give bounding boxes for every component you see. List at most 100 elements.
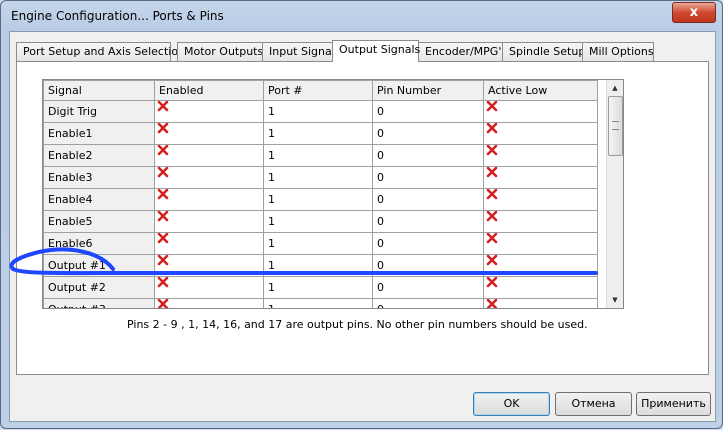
enabled-cell[interactable] (154, 166, 264, 189)
signal-cell[interactable]: Output #2 (43, 276, 155, 299)
scroll-down-arrow-icon[interactable]: ▼ (607, 292, 623, 308)
signal-cell[interactable]: Enable5 (43, 210, 155, 233)
scroll-up-arrow-icon[interactable]: ▲ (607, 80, 623, 96)
enabled-cell[interactable] (154, 254, 264, 277)
active-low-cell[interactable] (483, 232, 598, 255)
signal-cell[interactable]: Enable6 (43, 232, 155, 255)
active-low-cell[interactable] (483, 122, 598, 145)
table-row[interactable]: Enable2 1 0 (43, 144, 598, 167)
table-row[interactable]: Enable1 1 0 (43, 122, 598, 145)
port-cell[interactable]: 1 (263, 188, 373, 211)
tab-spindle-setup[interactable]: Spindle Setup (502, 42, 585, 61)
dialog-window: Engine Configuration... Ports & Pins x P… (0, 0, 723, 429)
active-low-cell[interactable] (483, 298, 598, 308)
signal-cell[interactable]: Enable3 (43, 166, 155, 189)
pin-number-cell[interactable]: 0 (372, 254, 484, 277)
header-row: Signal Enabled Port # Pin Number Active … (43, 80, 598, 101)
red-x-icon (157, 123, 171, 141)
port-cell[interactable]: 1 (263, 254, 373, 277)
port-cell[interactable]: 1 (263, 298, 373, 308)
active-low-cell[interactable] (483, 188, 598, 211)
active-low-cell[interactable] (483, 166, 598, 189)
enabled-cell[interactable] (154, 276, 264, 299)
enabled-cell[interactable] (154, 188, 264, 211)
pin-number-cell[interactable]: 0 (372, 122, 484, 145)
tab-mill-options[interactable]: Mill Options (582, 42, 654, 61)
active-low-cell[interactable] (483, 276, 598, 299)
table-row[interactable]: Output #2 1 0 (43, 276, 598, 299)
pin-number-cell[interactable]: 0 (372, 276, 484, 299)
signal-cell[interactable]: Output #1 (43, 254, 155, 277)
signals-grid: Signal Enabled Port # Pin Number Active … (42, 79, 624, 309)
port-cell[interactable]: 1 (263, 100, 373, 123)
title-bar[interactable]: Engine Configuration... Ports & Pins x (1, 1, 722, 31)
table-row[interactable]: Enable4 1 0 (43, 188, 598, 211)
active-low-cell[interactable] (483, 210, 598, 233)
port-cell[interactable]: 1 (263, 210, 373, 233)
active-low-cell[interactable] (483, 144, 598, 167)
tab-output-signals[interactable]: Output Signals (332, 40, 420, 62)
table-row[interactable]: Output #3 10 (43, 298, 598, 308)
enabled-cell[interactable] (154, 232, 264, 255)
pin-number-cell[interactable]: 0 (372, 100, 484, 123)
close-button[interactable]: x (672, 2, 716, 23)
signal-cell[interactable]: Enable1 (43, 122, 155, 145)
port-cell[interactable]: 1 (263, 232, 373, 255)
port-cell[interactable]: 1 (263, 166, 373, 189)
table-row[interactable]: Enable6 1 0 (43, 232, 598, 255)
table-row[interactable]: Output #1 1 0 (43, 254, 598, 277)
red-x-icon (157, 211, 171, 229)
port-cell[interactable]: 1 (263, 144, 373, 167)
enabled-cell[interactable] (154, 298, 264, 308)
pin-number-cell[interactable]: 0 (372, 210, 484, 233)
red-x-icon (486, 299, 500, 308)
table-row[interactable]: Enable3 1 0 (43, 166, 598, 189)
table-row[interactable]: Digit Trig 1 0 (43, 100, 598, 123)
enabled-cell[interactable] (154, 100, 264, 123)
grid-vertical-scrollbar[interactable]: ▲ ▼ (606, 80, 623, 308)
signal-cell[interactable]: Digit Trig (43, 100, 155, 123)
tab-motor-outputs[interactable]: Motor Outputs (177, 42, 269, 61)
col-header-signal[interactable]: Signal (43, 80, 155, 101)
red-x-icon (157, 299, 171, 308)
tab-input-signals[interactable]: Input Signals (262, 42, 342, 61)
ok-button[interactable]: OK (473, 392, 550, 416)
tab-port-setup[interactable]: Port Setup and Axis Selection (16, 42, 185, 61)
window-title: Engine Configuration... Ports & Pins (11, 9, 224, 23)
port-cell[interactable]: 1 (263, 276, 373, 299)
signal-cell[interactable]: Enable4 (43, 188, 155, 211)
red-x-icon (157, 277, 171, 295)
table-row[interactable]: Enable5 1 0 (43, 210, 598, 233)
pin-number-cell[interactable]: 0 (372, 298, 484, 308)
col-header-pin-number[interactable]: Pin Number (372, 80, 484, 101)
output-pins-note: Pins 2 - 9 , 1, 14, 16, and 17 are outpu… (127, 318, 588, 331)
output-signals-panel: Signal Enabled Port # Pin Number Active … (16, 61, 709, 375)
port-cell[interactable]: 1 (263, 122, 373, 145)
red-x-icon (486, 233, 500, 251)
enabled-cell[interactable] (154, 210, 264, 233)
col-header-active-low[interactable]: Active Low (483, 80, 598, 101)
scroll-thumb[interactable] (608, 96, 623, 156)
pin-number-cell[interactable]: 0 (372, 188, 484, 211)
pin-number-cell[interactable]: 0 (372, 144, 484, 167)
col-header-enabled[interactable]: Enabled (154, 80, 264, 101)
tab-encoder-mpg[interactable]: Encoder/MPG's (418, 42, 507, 61)
enabled-cell[interactable] (154, 144, 264, 167)
active-low-cell[interactable] (483, 100, 598, 123)
active-low-cell[interactable] (483, 254, 598, 277)
col-header-port[interactable]: Port # (263, 80, 373, 101)
red-x-icon (157, 145, 171, 163)
signal-cell[interactable]: Output #3 (43, 298, 155, 308)
pin-number-cell[interactable]: 0 (372, 232, 484, 255)
red-x-icon (486, 123, 500, 141)
apply-button[interactable]: Применить (636, 392, 711, 416)
pin-number-cell[interactable]: 0 (372, 166, 484, 189)
signal-cell[interactable]: Enable2 (43, 144, 155, 167)
cancel-button[interactable]: Отмена (555, 392, 632, 416)
red-x-icon (486, 211, 500, 229)
red-x-icon (486, 145, 500, 163)
red-x-icon (486, 277, 500, 295)
red-x-icon (157, 101, 171, 119)
red-x-icon (157, 189, 171, 207)
enabled-cell[interactable] (154, 122, 264, 145)
